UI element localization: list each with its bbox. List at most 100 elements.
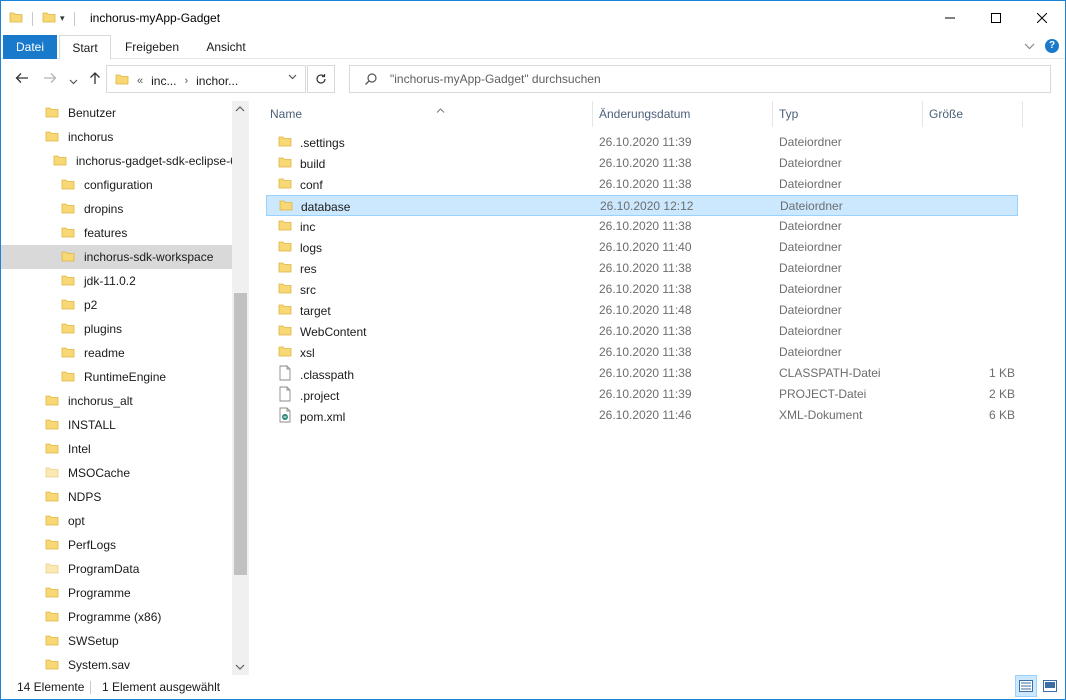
sidebar-item[interactable]: inchorus bbox=[1, 125, 232, 149]
file-name-cell: conf bbox=[278, 176, 323, 193]
file-row[interactable]: pom.xml 26.10.2020 11:46 XML-Dokument 6 KB bbox=[266, 405, 1018, 426]
sidebar-item[interactable]: inchorus_alt bbox=[1, 389, 232, 413]
tab-datei[interactable]: Datei bbox=[3, 35, 57, 59]
file-row[interactable]: .project 26.10.2020 11:39 PROJECT-Datei 2 K… bbox=[266, 384, 1018, 405]
sidebar-item[interactable]: readme bbox=[1, 341, 232, 365]
up-button[interactable] bbox=[89, 71, 101, 88]
back-button[interactable] bbox=[15, 71, 29, 87]
sidebar-item[interactable]: SWSetup bbox=[1, 629, 232, 653]
close-icon bbox=[1037, 13, 1047, 23]
sidebar-item[interactable]: INSTALL bbox=[1, 413, 232, 437]
close-button[interactable] bbox=[1019, 1, 1065, 35]
tab-ansicht[interactable]: Ansicht bbox=[197, 35, 255, 59]
file-name-cell: inc bbox=[278, 218, 315, 235]
sidebar-item[interactable]: configuration bbox=[1, 173, 232, 197]
new-folder-icon[interactable] bbox=[42, 10, 56, 27]
navigation-pane: Benutzer inchorus inchorus-gadget-sdk-ecli… bbox=[1, 101, 249, 675]
sidebar-item[interactable]: p2 bbox=[1, 293, 232, 317]
breadcrumb-item[interactable]: inchor... bbox=[196, 74, 238, 88]
column-header-type[interactable]: Typ bbox=[773, 101, 923, 127]
folder-icon bbox=[61, 321, 75, 338]
sidebar-item[interactable]: ProgramData bbox=[1, 557, 232, 581]
sidebar-item[interactable]: plugins bbox=[1, 317, 232, 341]
file-row[interactable]: src 26.10.2020 11:38 Dateiordner bbox=[266, 279, 1018, 300]
file-type: CLASSPATH-Datei bbox=[779, 366, 881, 380]
column-header-name[interactable]: Name bbox=[264, 101, 593, 127]
minimize-button[interactable] bbox=[927, 1, 973, 35]
sidebar-item[interactable]: RuntimeEngine bbox=[1, 365, 232, 389]
file-row[interactable]: build 26.10.2020 11:38 Dateiordner bbox=[266, 153, 1018, 174]
file-row[interactable]: conf 26.10.2020 11:38 Dateiordner bbox=[266, 174, 1018, 195]
sidebar-item[interactable]: inchorus-sdk-workspace bbox=[1, 245, 232, 269]
sidebar-item-label: jdk-11.0.2 bbox=[84, 274, 136, 288]
help-icon[interactable]: ? bbox=[1045, 39, 1059, 53]
folder-icon bbox=[278, 323, 292, 340]
folder-icon bbox=[61, 273, 75, 290]
tab-start[interactable]: Start bbox=[59, 35, 111, 60]
scrollbar-thumb[interactable] bbox=[234, 293, 247, 575]
maximize-button[interactable] bbox=[973, 1, 1019, 35]
file-date: 26.10.2020 11:39 bbox=[599, 135, 692, 149]
file-row[interactable]: .settings 26.10.2020 11:39 Dateiordner bbox=[266, 132, 1018, 153]
file-type: Dateiordner bbox=[779, 219, 842, 233]
column-header-size[interactable]: Größe bbox=[923, 101, 1023, 127]
folder-icon bbox=[115, 72, 129, 89]
file-name: WebContent bbox=[300, 324, 367, 339]
sidebar-item-label: ProgramData bbox=[68, 562, 140, 576]
refresh-button[interactable] bbox=[307, 65, 335, 93]
folder-icon bbox=[45, 441, 59, 458]
file-row[interactable]: target 26.10.2020 11:48 Dateiordner bbox=[266, 300, 1018, 321]
file-type: Dateiordner bbox=[779, 261, 842, 275]
scroll-up-icon[interactable] bbox=[235, 104, 245, 114]
breadcrumb-item[interactable]: inc... bbox=[151, 74, 176, 88]
folder-icon bbox=[61, 201, 75, 218]
file-name-cell: res bbox=[278, 260, 317, 277]
sidebar-item[interactable]: System.sav bbox=[1, 653, 232, 675]
file-row[interactable]: .classpath 26.10.2020 11:38 CLASSPATH-Date… bbox=[266, 363, 1018, 384]
sidebar-item[interactable]: opt bbox=[1, 509, 232, 533]
customize-toolbar-chevron-icon[interactable]: ▾ bbox=[60, 13, 65, 24]
file-name: target bbox=[300, 303, 331, 318]
folder-icon bbox=[61, 369, 75, 386]
sidebar-item[interactable]: Programme bbox=[1, 581, 232, 605]
scroll-down-icon[interactable] bbox=[235, 662, 245, 672]
sidebar-item[interactable]: NDPS bbox=[1, 485, 232, 509]
sidebar-item-label: readme bbox=[84, 346, 125, 360]
sidebar-item-label: NDPS bbox=[68, 490, 102, 504]
file-row[interactable]: WebContent 26.10.2020 11:38 Dateiordner bbox=[266, 321, 1018, 342]
address-bar[interactable]: « inc... › inchor... bbox=[106, 65, 306, 93]
sidebar-item[interactable]: dropins bbox=[1, 197, 232, 221]
file-row[interactable]: logs 26.10.2020 11:40 Dateiordner bbox=[266, 237, 1018, 258]
overflow-chevron-icon[interactable]: « bbox=[137, 75, 143, 87]
large-icons-view-button[interactable] bbox=[1039, 675, 1061, 697]
column-header-label: Änderungsdatum bbox=[599, 107, 691, 121]
column-header-date[interactable]: Änderungsdatum bbox=[593, 101, 773, 127]
file-row[interactable]: database 26.10.2020 12:12 Dateiordner bbox=[266, 195, 1018, 216]
sidebar-item[interactable]: jdk-11.0.2 bbox=[1, 269, 232, 293]
chevron-right-icon[interactable]: › bbox=[184, 75, 188, 87]
sidebar-item[interactable]: Intel bbox=[1, 437, 232, 461]
forward-button[interactable] bbox=[43, 71, 57, 87]
sidebar-item[interactable]: features bbox=[1, 221, 232, 245]
file-row[interactable]: inc 26.10.2020 11:38 Dateiordner bbox=[266, 216, 1018, 237]
sidebar-item-label: Intel bbox=[68, 442, 91, 456]
sidebar-item[interactable]: PerfLogs bbox=[1, 533, 232, 557]
navigation-pane-scrollbar[interactable] bbox=[232, 101, 249, 675]
file-name: build bbox=[300, 156, 326, 171]
sidebar-item-label: plugins bbox=[84, 322, 123, 336]
sidebar-item[interactable]: Programme (x86) bbox=[1, 605, 232, 629]
details-view-button[interactable] bbox=[1015, 675, 1037, 697]
sidebar-item[interactable]: inchorus-gadget-sdk-eclipse-6 bbox=[1, 149, 232, 173]
forward-arrow-icon bbox=[44, 73, 57, 83]
file-row[interactable]: res 26.10.2020 11:38 Dateiordner bbox=[266, 258, 1018, 279]
file-row[interactable]: xsl 26.10.2020 11:38 Dateiordner bbox=[266, 342, 1018, 363]
folder-icon bbox=[278, 302, 292, 319]
expand-ribbon-chevron-icon[interactable] bbox=[1024, 39, 1035, 53]
sidebar-item[interactable]: MSOCache bbox=[1, 461, 232, 485]
search-box[interactable]: "inchorus-myApp-Gadget" durchsuchen bbox=[349, 65, 1051, 93]
tab-freigeben[interactable]: Freigeben bbox=[117, 35, 187, 59]
file-type: Dateiordner bbox=[779, 135, 842, 149]
address-dropdown-icon[interactable] bbox=[288, 72, 297, 83]
recent-locations-button[interactable] bbox=[69, 72, 78, 88]
sidebar-item[interactable]: Benutzer bbox=[1, 101, 232, 125]
